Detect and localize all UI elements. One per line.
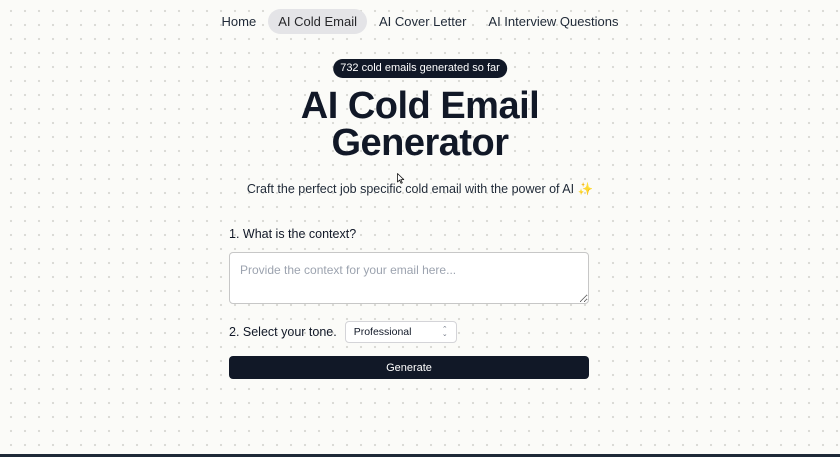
tone-row: 2. Select your tone. Professional ⌃ ⌄ [229, 321, 457, 343]
page-title-line-2: Generator [331, 122, 509, 164]
tone-select[interactable]: Professional ⌃ ⌄ [344, 321, 457, 343]
page-title-line-1: AI Cold Email [300, 85, 540, 127]
nav-ai-cover-letter-link[interactable]: AI Cover Letter [369, 9, 476, 34]
generate-button[interactable]: Generate [229, 356, 589, 379]
top-nav: Home AI Cold Email AI Cover Letter AI In… [0, 9, 840, 34]
tone-select-value: Professional [353, 326, 412, 338]
nav-home-link[interactable]: Home [212, 9, 267, 34]
page-title: AI Cold Email Generator [0, 85, 840, 164]
tone-label: 2. Select your tone. [229, 325, 337, 339]
page-subtitle: Craft the perfect job specific cold emai… [246, 182, 594, 196]
context-label: 1. What is the context? [229, 227, 357, 241]
context-textarea[interactable] [229, 252, 589, 304]
emails-generated-badge: 732 cold emails generated so far [333, 59, 507, 78]
nav-ai-cold-email-link[interactable]: AI Cold Email [268, 9, 367, 34]
nav-ai-interview-questions-link[interactable]: AI Interview Questions [478, 9, 628, 34]
mouse-cursor-icon [397, 173, 405, 184]
chevron-up-down-icon: ⌃ ⌄ [441, 325, 448, 338]
